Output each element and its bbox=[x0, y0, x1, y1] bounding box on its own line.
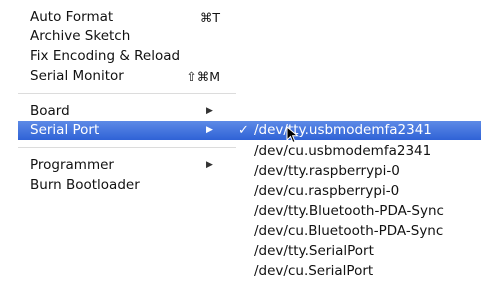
menu-item-label: Programmer bbox=[30, 157, 114, 173]
submenu-arrow-icon: ▶ bbox=[206, 106, 213, 116]
menu-separator bbox=[18, 147, 236, 148]
submenu-item-label: /dev/tty.SerialPort bbox=[254, 243, 374, 259]
menu-item-serial-port[interactable]: Serial Port ▶ bbox=[18, 121, 236, 140]
menu-item-programmer[interactable]: Programmer ▶ bbox=[30, 156, 236, 175]
submenu-item-tty-raspberrypi[interactable]: /dev/tty.raspberrypi-0 bbox=[236, 162, 481, 181]
menu-item-label: Board bbox=[30, 103, 70, 119]
submenu-item-cu-usbmodem[interactable]: /dev/cu.usbmodemfa2341 bbox=[236, 142, 481, 161]
submenu-item-tty-usbmodem[interactable]: ✓ /dev/tty.usbmodemfa2341 bbox=[236, 121, 481, 140]
shortcut-label: ⇧⌘M bbox=[186, 69, 220, 84]
menu-item-label: Archive Sketch bbox=[30, 28, 131, 44]
menu-item-label: Fix Encoding & Reload bbox=[30, 48, 181, 64]
serial-port-submenu: ✓ /dev/tty.usbmodemfa2341 /dev/cu.usbmod… bbox=[236, 120, 481, 287]
submenu-item-cu-serialport[interactable]: /dev/cu.SerialPort bbox=[236, 262, 481, 281]
mouse-pointer-icon bbox=[286, 126, 299, 144]
checkmark-icon: ✓ bbox=[238, 123, 249, 138]
menu-item-label: Auto Format bbox=[30, 9, 114, 25]
submenu-arrow-icon: ▶ bbox=[206, 160, 213, 170]
submenu-item-label: /dev/cu.Bluetooth-PDA-Sync bbox=[254, 223, 444, 239]
submenu-item-label: /dev/cu.SerialPort bbox=[254, 263, 374, 279]
submenu-item-cu-raspberrypi[interactable]: /dev/cu.raspberrypi-0 bbox=[236, 182, 481, 201]
submenu-arrow-icon: ▶ bbox=[206, 125, 213, 135]
tools-menu: Auto Format ⌘T Archive Sketch Fix Encodi… bbox=[0, 0, 236, 287]
submenu-item-label: /dev/tty.Bluetooth-PDA-Sync bbox=[254, 203, 444, 219]
menu-item-auto-format[interactable]: Auto Format ⌘T bbox=[30, 8, 236, 27]
submenu-item-cu-bluetooth[interactable]: /dev/cu.Bluetooth-PDA-Sync bbox=[236, 222, 481, 241]
menu-separator bbox=[18, 93, 236, 94]
menu-item-burn-bootloader[interactable]: Burn Bootloader bbox=[30, 176, 236, 195]
menu-item-archive-sketch[interactable]: Archive Sketch bbox=[30, 27, 236, 46]
submenu-item-tty-serialport[interactable]: /dev/tty.SerialPort bbox=[236, 242, 481, 261]
submenu-item-label: /dev/tty.raspberrypi-0 bbox=[254, 163, 400, 179]
submenu-item-label: /dev/cu.raspberrypi-0 bbox=[254, 183, 400, 199]
shortcut-label: ⌘T bbox=[199, 10, 220, 25]
menu-item-serial-monitor[interactable]: Serial Monitor ⇧⌘M bbox=[30, 67, 236, 86]
submenu-item-label: /dev/tty.usbmodemfa2341 bbox=[254, 122, 432, 138]
submenu-item-label: /dev/cu.usbmodemfa2341 bbox=[254, 143, 432, 159]
menu-item-fix-encoding[interactable]: Fix Encoding & Reload bbox=[30, 47, 236, 66]
menu-item-label: Serial Monitor bbox=[30, 68, 124, 84]
menu-item-label: Serial Port bbox=[30, 122, 100, 138]
menu-item-label: Burn Bootloader bbox=[30, 177, 140, 193]
menu-item-board[interactable]: Board ▶ bbox=[30, 102, 236, 121]
submenu-item-tty-bluetooth[interactable]: /dev/tty.Bluetooth-PDA-Sync bbox=[236, 202, 481, 221]
